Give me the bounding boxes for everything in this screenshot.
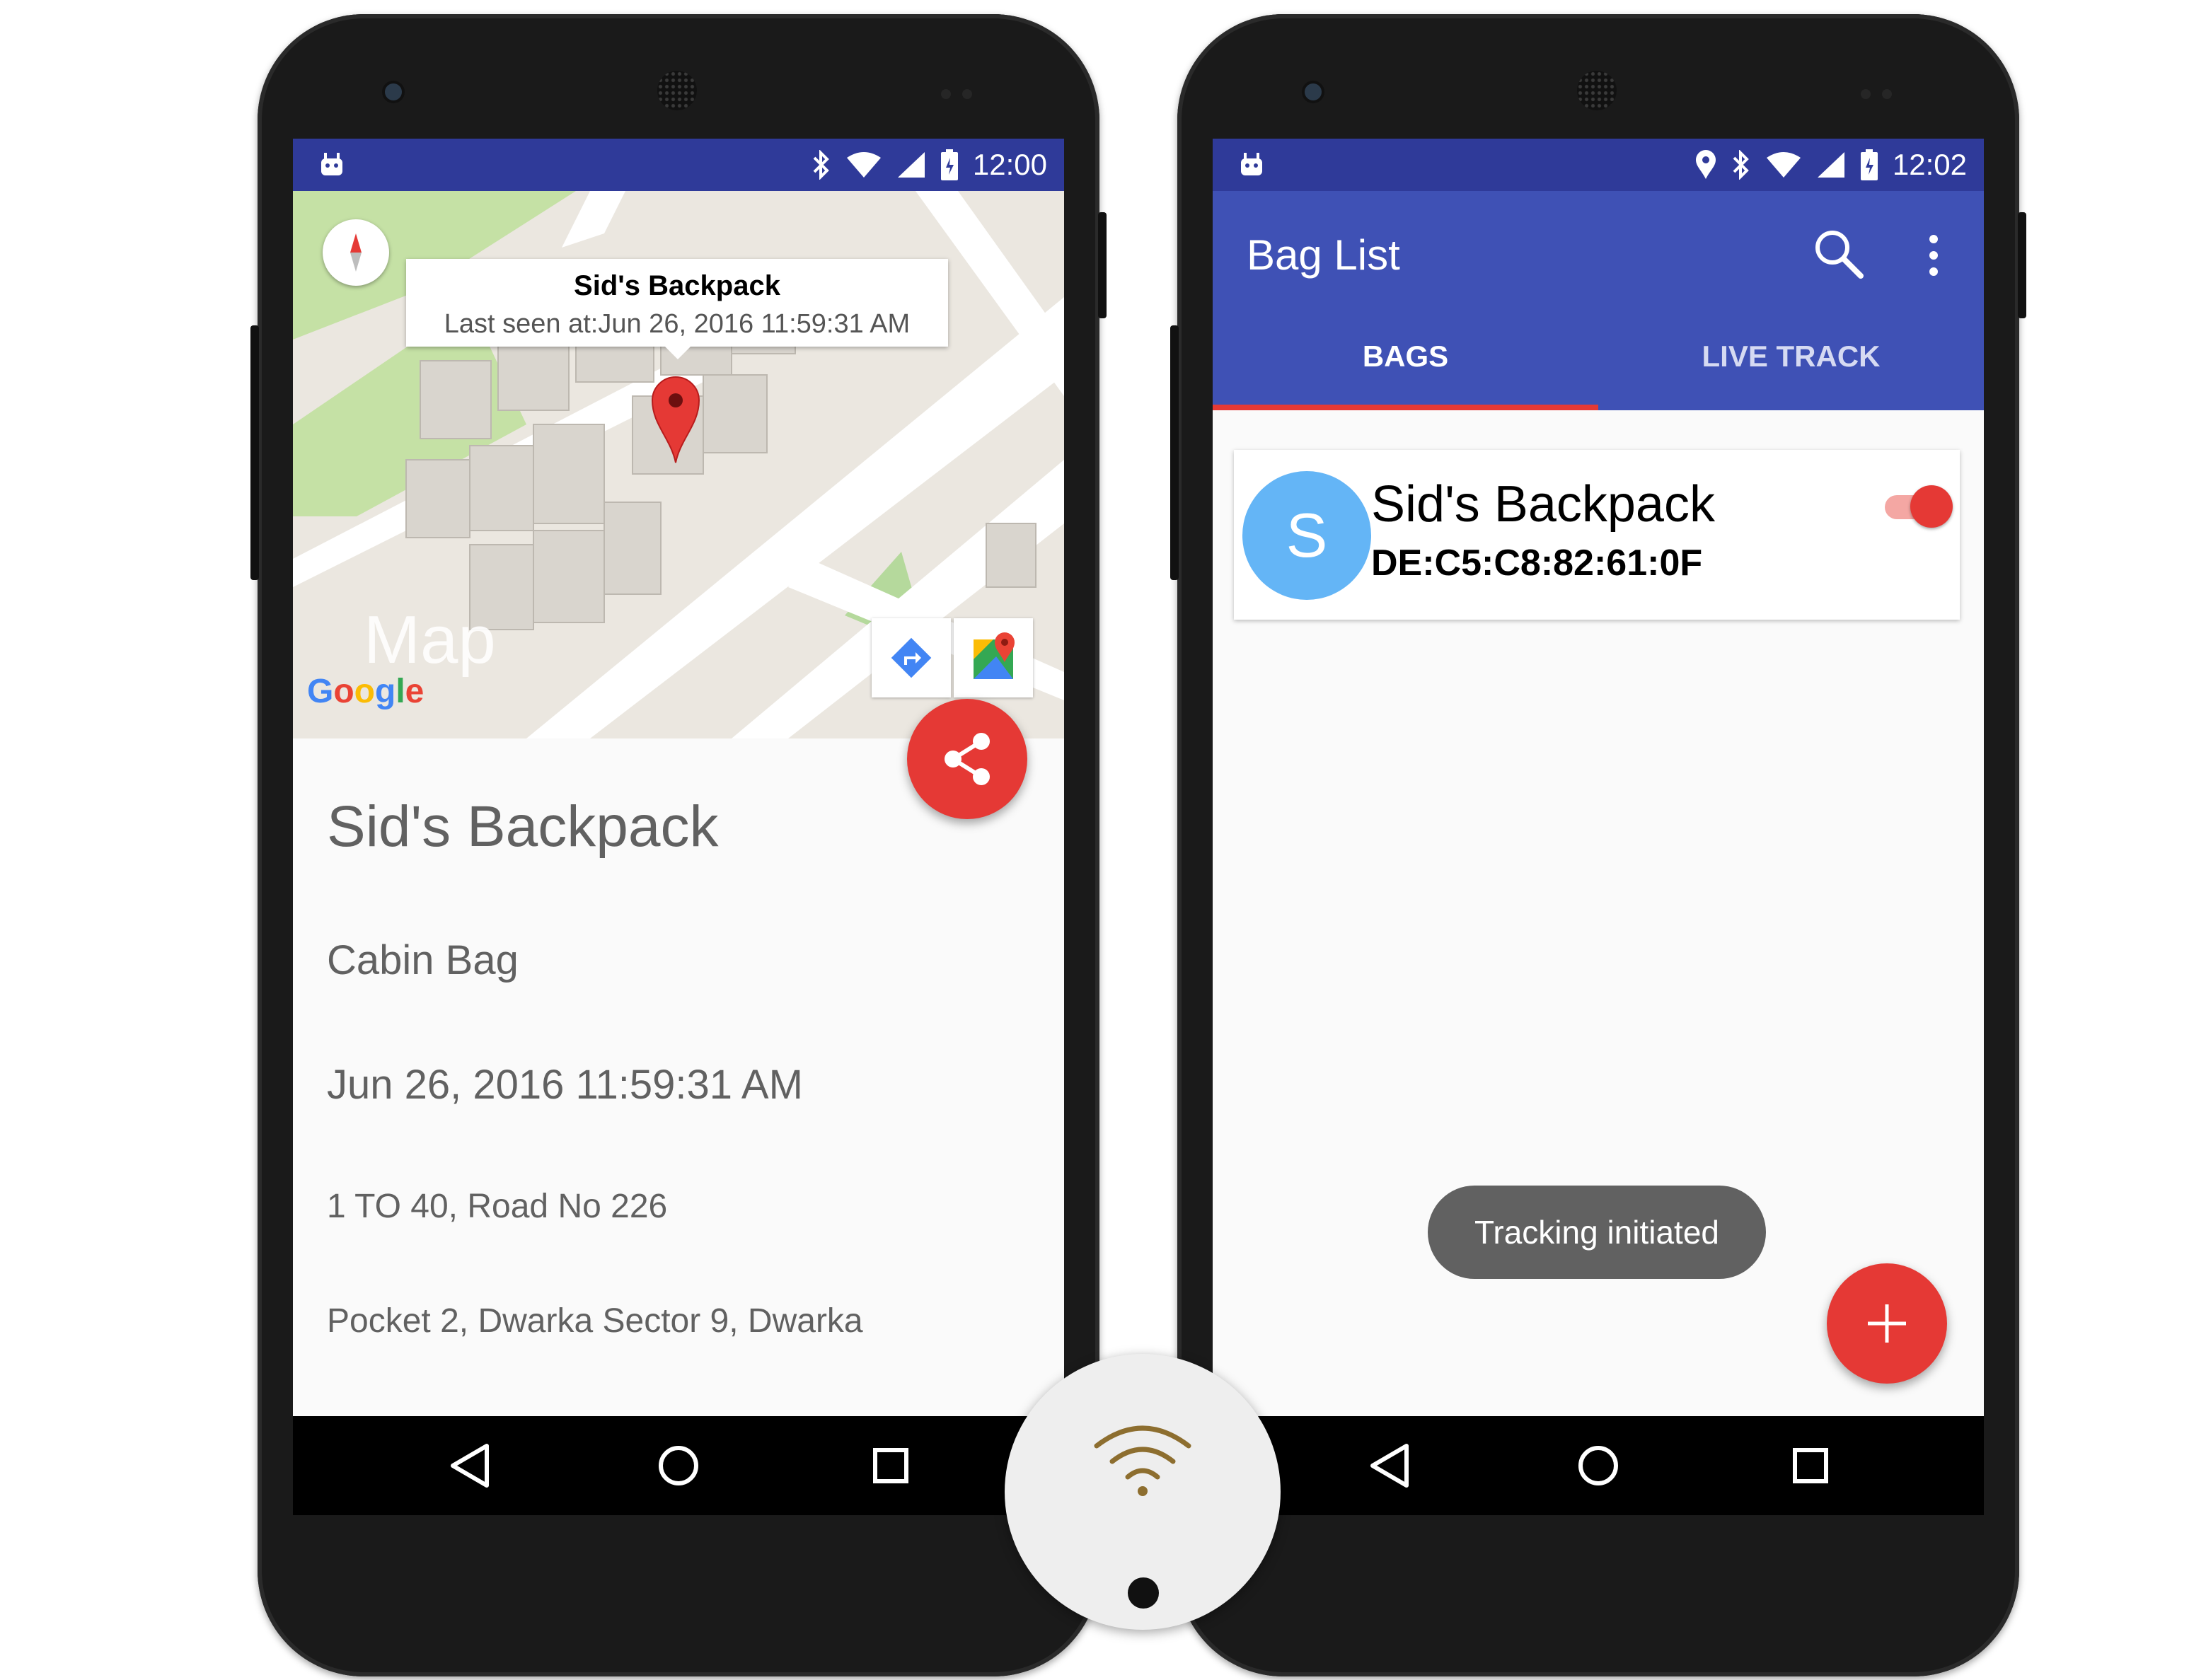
home-icon[interactable] bbox=[1570, 1437, 1627, 1494]
google-logo-letter: o bbox=[354, 673, 375, 710]
battery-icon bbox=[1860, 149, 1878, 180]
right-phone: 12:02 Bag List BAGS LIVE TRACK S Sid's B… bbox=[1170, 14, 2026, 1676]
front-camera bbox=[1305, 83, 1322, 100]
share-button[interactable] bbox=[907, 699, 1027, 819]
recents-icon[interactable] bbox=[1782, 1437, 1839, 1494]
tab-indicator bbox=[1213, 405, 1598, 410]
home-icon[interactable] bbox=[650, 1437, 707, 1494]
bag-type: Cabin Bag bbox=[327, 937, 519, 983]
front-camera bbox=[385, 83, 402, 100]
keyring-hole bbox=[1128, 1577, 1159, 1609]
tab-bags[interactable]: BAGS bbox=[1213, 340, 1598, 373]
directions-button[interactable] bbox=[872, 618, 951, 697]
info-window-snippet: Last seen at:Jun 26, 2016 11:59:31 AM bbox=[444, 309, 911, 339]
earpiece-speaker bbox=[1577, 71, 1617, 110]
wifi-icon bbox=[846, 152, 881, 178]
sensor bbox=[1861, 89, 1871, 99]
map-pin-icon[interactable] bbox=[651, 375, 700, 464]
navigation-bar bbox=[293, 1416, 1064, 1515]
share-icon bbox=[945, 733, 990, 785]
compass-button[interactable] bbox=[323, 219, 389, 286]
back-icon[interactable] bbox=[1361, 1437, 1418, 1494]
search-icon[interactable] bbox=[1811, 226, 1865, 280]
android-debug-icon bbox=[321, 153, 342, 175]
sensor bbox=[1882, 89, 1892, 99]
map-watermark: Map bbox=[364, 602, 496, 678]
open-maps-button[interactable] bbox=[954, 618, 1033, 697]
ble-tag-device bbox=[1005, 1354, 1281, 1630]
bluetooth-icon bbox=[1733, 150, 1749, 180]
status-bar: 12:02 bbox=[1213, 139, 1984, 191]
info-window-title: Sid's Backpack bbox=[574, 270, 780, 301]
signal-icon bbox=[897, 152, 925, 178]
map-view[interactable]: Sid's Backpack Last seen at:Jun 26, 2016… bbox=[293, 191, 1064, 738]
signal-icon bbox=[1817, 152, 1844, 178]
directions-icon bbox=[891, 637, 932, 678]
toast-message: Tracking initiated bbox=[1428, 1186, 1766, 1279]
last-seen-date: Jun 26, 2016 11:59:31 AM bbox=[327, 1062, 803, 1108]
google-logo-letter: g bbox=[375, 673, 396, 710]
google-maps-icon bbox=[974, 632, 1015, 679]
status-bar: 12:00 bbox=[293, 139, 1064, 191]
left-screen: 12:00 Sid's Backpack Last seen at:Jun 26… bbox=[293, 139, 1064, 1515]
tab-live-track[interactable]: LIVE TRACK bbox=[1598, 340, 1984, 373]
add-bag-button[interactable] bbox=[1827, 1263, 1947, 1384]
google-logo-letter: e bbox=[405, 673, 425, 710]
back-icon[interactable] bbox=[441, 1437, 498, 1494]
google-logo-letter: G bbox=[307, 673, 334, 710]
bag-card[interactable]: S Sid's Backpack DE:C5:C8:82:61:0F bbox=[1234, 450, 1960, 620]
app-title: Bag List bbox=[1247, 231, 1400, 279]
bluetooth-icon bbox=[813, 150, 829, 180]
map-info-window[interactable]: Sid's Backpack Last seen at:Jun 26, 2016… bbox=[406, 259, 948, 359]
left-phone: 12:00 Sid's Backpack Last seen at:Jun 26… bbox=[250, 14, 1107, 1676]
app-bar: Bag List BAGS LIVE TRACK bbox=[1213, 191, 1984, 410]
status-icons: 12:02 bbox=[1694, 139, 1967, 191]
power-button bbox=[2018, 212, 2026, 318]
compass-icon bbox=[350, 233, 362, 272]
sensor bbox=[941, 89, 951, 99]
wifi-icon bbox=[1766, 152, 1801, 178]
bag-name: Sid's Backpack bbox=[327, 794, 719, 859]
volume-button bbox=[250, 325, 259, 580]
status-icons: 12:00 bbox=[812, 139, 1047, 191]
more-vert-icon[interactable] bbox=[1923, 231, 1944, 280]
volume-button bbox=[1170, 325, 1179, 580]
location-icon bbox=[1695, 150, 1716, 179]
bag-card-name: Sid's Backpack bbox=[1371, 476, 1715, 533]
address-line-2: Pocket 2, Dwarka Sector 9, Dwarka bbox=[327, 1302, 863, 1340]
power-button bbox=[1098, 212, 1107, 318]
google-logo: Google bbox=[307, 672, 424, 711]
google-logo-letter: l bbox=[395, 673, 405, 710]
status-time: 12:02 bbox=[1892, 148, 1967, 181]
android-debug-icon bbox=[1241, 153, 1262, 175]
recents-icon[interactable] bbox=[862, 1437, 919, 1494]
navigation-bar bbox=[1213, 1416, 1984, 1515]
address-line-1: 1 TO 40, Road No 226 bbox=[327, 1188, 668, 1225]
google-logo-letter: o bbox=[333, 673, 354, 710]
status-time: 12:00 bbox=[972, 148, 1047, 181]
toggle-thumb bbox=[1910, 485, 1953, 528]
earpiece-speaker bbox=[657, 71, 697, 110]
battery-icon bbox=[940, 149, 958, 180]
tracking-toggle[interactable] bbox=[1885, 485, 1953, 528]
wireless-signal-icon bbox=[1094, 1425, 1191, 1496]
sensor bbox=[962, 89, 972, 99]
right-screen: 12:02 Bag List BAGS LIVE TRACK S Sid's B… bbox=[1213, 139, 1984, 1515]
add-icon bbox=[1868, 1304, 1906, 1343]
bag-card-mac-address: DE:C5:C8:82:61:0F bbox=[1371, 543, 1703, 584]
avatar: S bbox=[1242, 471, 1371, 600]
